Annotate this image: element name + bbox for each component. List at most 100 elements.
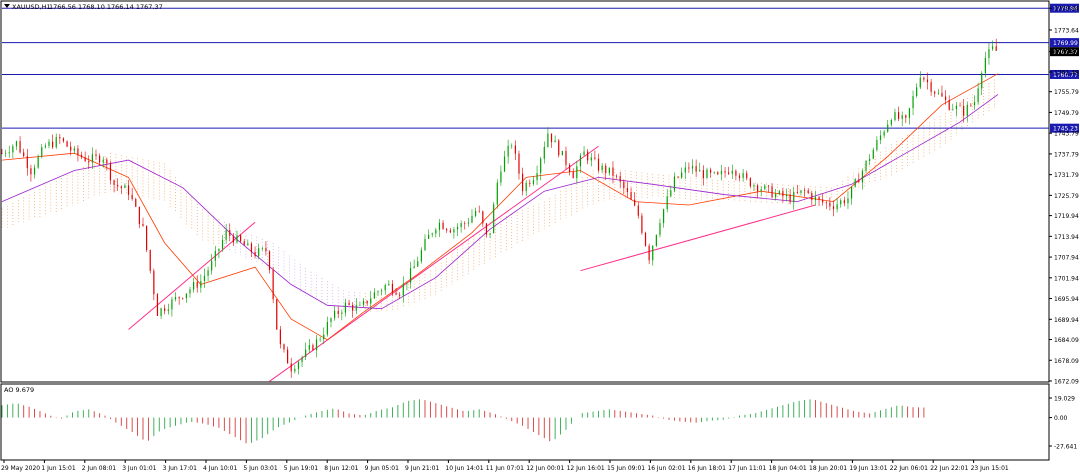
candle-body: [952, 109, 954, 110]
candle-body: [550, 133, 553, 143]
candle-body: [496, 182, 498, 205]
candle-body: [800, 190, 802, 193]
time-tick-label: 3 Jun 17:01: [163, 465, 197, 472]
candle-body: [164, 308, 166, 312]
candle-body: [337, 310, 339, 314]
candle-body: [456, 227, 459, 230]
time-tick-label: 15 Jun 09:01: [607, 465, 645, 472]
candle-body: [305, 349, 307, 358]
candle-body: [554, 140, 556, 143]
time-tick-label: 10 Jun 14:01: [445, 465, 483, 472]
candle-body: [500, 171, 502, 183]
candle-body: [995, 46, 997, 51]
candle-body: [662, 209, 665, 224]
price-tick-label: 1773.64: [1054, 27, 1079, 34]
candle-body: [532, 180, 535, 185]
candle-body: [377, 291, 379, 293]
candle-body: [782, 191, 784, 197]
candle-body: [99, 155, 101, 163]
candle-body: [746, 173, 748, 179]
candle-body: [127, 185, 130, 195]
candle-body: [547, 133, 549, 147]
candle-body: [760, 189, 762, 192]
candle-body: [850, 186, 853, 199]
candle-body: [597, 158, 600, 171]
candle-body: [485, 223, 488, 235]
candle-body: [897, 112, 900, 119]
candle-body: [1, 153, 3, 154]
candle-body: [178, 296, 180, 299]
candle-body: [464, 223, 466, 224]
candle-body: [182, 298, 184, 299]
candle-body: [568, 164, 571, 172]
candle-body: [840, 200, 842, 205]
candle-body: [767, 185, 770, 187]
candle-body: [601, 165, 603, 171]
candle-body: [941, 92, 943, 97]
candle-body: [308, 345, 310, 350]
time-tick-label: 5 Jun 03:01: [243, 465, 277, 472]
candle-body: [695, 166, 697, 172]
candle-body: [167, 309, 169, 312]
time-tick-label: 12 Jun 00:01: [526, 465, 564, 472]
price-tick-label: 1767.37: [1054, 49, 1079, 56]
candle-body: [402, 283, 404, 296]
candle-body: [858, 179, 860, 183]
ao-tick-label: 0.00: [1054, 415, 1068, 422]
candle-body: [214, 250, 216, 261]
candle-body: [62, 138, 65, 142]
candle-body: [673, 176, 676, 191]
candle-body: [521, 173, 524, 192]
candle-body: [326, 322, 328, 335]
candle-body: [605, 165, 607, 174]
candle-body: [579, 155, 582, 167]
price-tick-label: 1672.09: [1054, 379, 1079, 386]
candle-body: [854, 179, 856, 187]
candle-body: [724, 171, 726, 173]
candle-body: [185, 293, 187, 299]
candle-body: [529, 182, 531, 185]
time-tick-label: 23 Jun 15:01: [971, 465, 1009, 472]
candle-body: [73, 148, 75, 151]
candle-body: [822, 199, 824, 203]
candle-body: [218, 248, 220, 251]
candle-body: [525, 182, 527, 192]
candle-body: [988, 49, 990, 59]
candle-body: [720, 171, 723, 175]
candle-body: [435, 229, 437, 234]
candle-body: [250, 243, 253, 252]
candle-body: [395, 292, 397, 295]
candle-body: [785, 194, 788, 197]
candle-body: [319, 339, 321, 340]
time-tick-label: 11 Jun 07:01: [486, 465, 524, 472]
candle-body: [912, 96, 914, 109]
candle-body: [847, 198, 849, 204]
candle-body: [681, 172, 683, 178]
candle-body: [272, 269, 274, 300]
candle-body: [446, 229, 448, 231]
candle-body: [254, 251, 256, 257]
price-tick-label: 1719.94: [1054, 213, 1079, 220]
candle-body: [876, 140, 878, 150]
candle-body: [334, 310, 336, 319]
candle-body: [120, 186, 122, 189]
candle-body: [890, 120, 892, 125]
candle-body: [803, 190, 806, 191]
candle-body: [174, 296, 177, 300]
candle-body: [30, 168, 32, 175]
candle-body: [843, 200, 845, 204]
candle-body: [409, 268, 412, 283]
candle-body: [290, 363, 292, 372]
candle-body: [352, 304, 354, 311]
candle-body: [764, 185, 766, 190]
candle-body: [5, 153, 7, 154]
candle-body: [536, 173, 538, 181]
candle-body: [684, 167, 686, 173]
candle-body: [117, 184, 119, 187]
candle-body: [196, 282, 198, 288]
candle-body: [749, 178, 751, 187]
candle-body: [872, 149, 874, 159]
price-tick-label: 1713.94: [1054, 234, 1079, 241]
candle-body: [453, 229, 455, 233]
candle-body: [587, 151, 589, 161]
